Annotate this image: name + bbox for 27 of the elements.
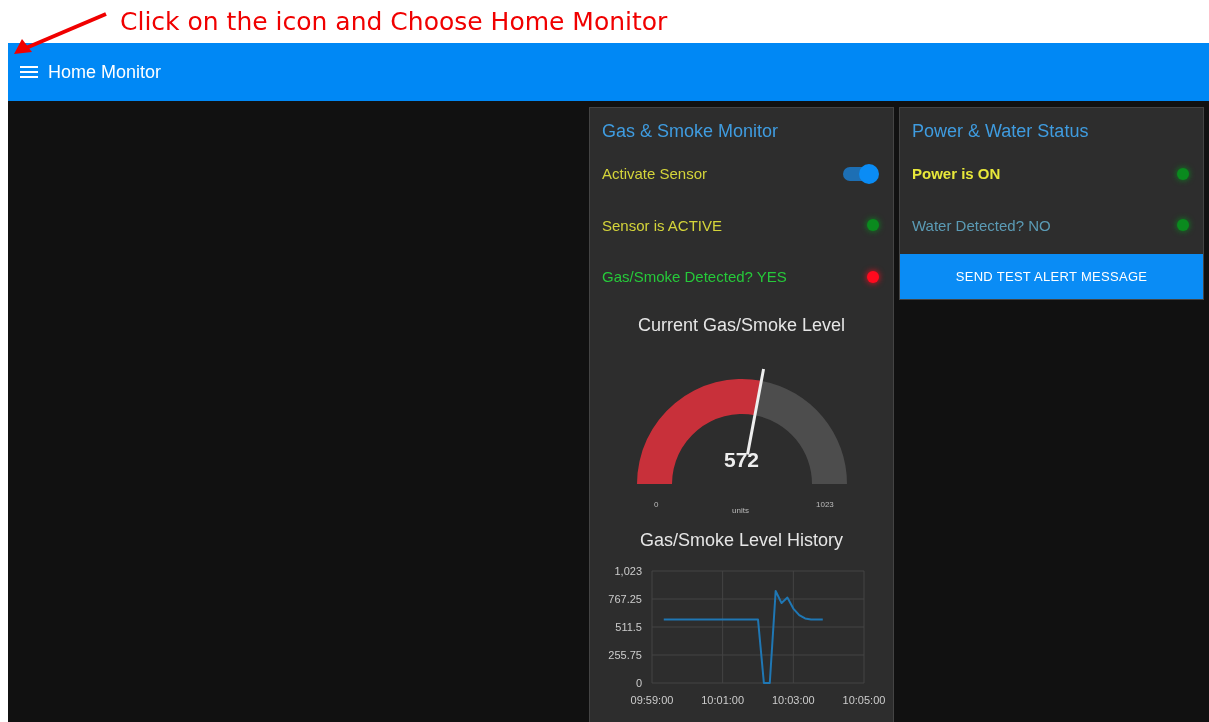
x-tick-label: 09:59:00 [630, 693, 674, 706]
y-tick-label: 511.5 [615, 620, 642, 633]
y-tick-label: 0 [635, 676, 642, 689]
annotation-text: Click on the icon and Choose Home Monitor [120, 7, 668, 36]
header-title: Home Monitor [48, 61, 162, 83]
gauge-value: 572 [722, 447, 760, 472]
sensor-switch[interactable] [843, 163, 879, 184]
y-tick-label: 255.75 [608, 648, 642, 661]
y-tick-label: 1,023 [614, 564, 642, 577]
gauge-min: 0 [654, 499, 659, 509]
row-label: Sensor is ACTIVE [602, 216, 723, 234]
x-tick-label: 10:05:00 [842, 693, 886, 706]
gauge-units: units [732, 505, 749, 515]
gauge-title: Current Gas/Smoke Level [636, 314, 847, 336]
y-tick-label: 767.25 [608, 592, 642, 605]
x-tick-label: 10:01:00 [701, 693, 745, 706]
send-alert-button[interactable]: SEND TEST ALERT MESSAGE [900, 254, 1203, 299]
row-label: Activate Sensor [602, 165, 708, 183]
gauge-max: 1023 [816, 499, 834, 509]
row-label: Gas/Smoke Detected? YES [602, 268, 787, 286]
x-tick-label: 10:03:00 [771, 693, 815, 706]
row-label: Water Detected? NO [912, 216, 1051, 234]
row-label: Power is ON [912, 165, 1001, 183]
card-title: Power & Water Status [911, 120, 1090, 143]
chart-title: Gas/Smoke Level History [638, 529, 845, 551]
card-title: Gas & Smoke Monitor [601, 120, 780, 143]
menu-icon[interactable] [20, 65, 38, 79]
